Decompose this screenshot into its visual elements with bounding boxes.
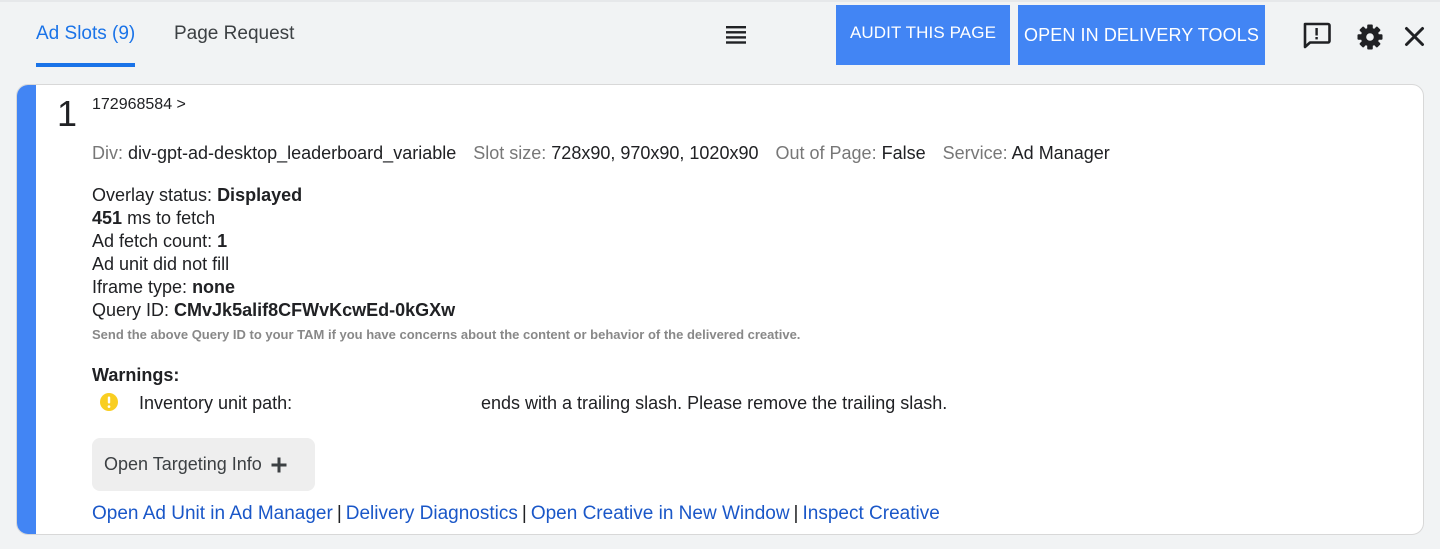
- fetch-time-value: 451: [92, 208, 123, 228]
- delivery-diagnostics-link[interactable]: Delivery Diagnostics: [346, 503, 518, 524]
- open-creative-link[interactable]: Open Creative in New Window: [531, 503, 790, 524]
- slot-details: Overlay status: Displayed 451 ms to fetc…: [92, 184, 455, 322]
- active-tab-underline: [36, 63, 136, 67]
- slot-size-label: Slot size:: [473, 143, 547, 163]
- warning-icon: [100, 393, 118, 411]
- fetch-time: 451 ms to fetch: [92, 207, 455, 230]
- query-id-label: Query ID:: [92, 300, 170, 320]
- open-targeting-info-label: Open Targeting Info: [104, 454, 262, 474]
- open-targeting-info-button[interactable]: Open Targeting Info: [92, 438, 315, 491]
- iframe-type: Iframe type: none: [92, 276, 455, 299]
- slot-action-links: Open Ad Unit in Ad Manager | Delivery Diag…: [92, 503, 940, 525]
- slot-accent-bar: [17, 85, 36, 534]
- fetch-time-label: ms to fetch: [127, 208, 216, 228]
- query-id-hint: Send the above Query ID to your TAM if y…: [92, 327, 801, 342]
- list-icon[interactable]: [726, 26, 746, 44]
- inspect-creative-link[interactable]: Inspect Creative: [802, 503, 939, 524]
- ad-unit-path[interactable]: 172968584 >: [92, 96, 186, 114]
- out-of-page-label: Out of Page:: [775, 143, 877, 163]
- open-delivery-tools-button[interactable]: OPEN IN DELIVERY TOOLS: [1018, 5, 1265, 65]
- overlay-status: Overlay status: Displayed: [92, 184, 455, 207]
- warning-text: ends with a trailing slash. Please remov…: [481, 393, 948, 413]
- close-icon[interactable]: [1404, 26, 1425, 47]
- slot-meta-row: Div: div-gpt-ad-desktop_leaderboard_vari…: [92, 143, 1122, 164]
- div-value: div-gpt-ad-desktop_leaderboard_variable: [128, 143, 457, 163]
- fetch-count-value: 1: [217, 231, 228, 251]
- overlay-status-value: Displayed: [217, 185, 303, 205]
- service-value: Ad Manager: [1011, 143, 1110, 163]
- fetch-count-label: Ad fetch count:: [92, 231, 213, 251]
- tab-page-request[interactable]: Page Request: [174, 0, 294, 68]
- out-of-page-value: False: [881, 143, 926, 163]
- fetch-count: Ad fetch count: 1: [92, 230, 455, 253]
- toolbar: Ad Slots (9) Page Request AUDIT THIS PAG…: [0, 0, 1440, 68]
- link-separator: |: [336, 503, 342, 524]
- link-separator: |: [793, 503, 799, 524]
- div-label: Div:: [92, 143, 123, 163]
- feedback-icon[interactable]: [1302, 22, 1331, 49]
- warning-label: Inventory unit path:: [139, 393, 293, 413]
- tab-page-request-label: Page Request: [174, 23, 295, 44]
- tab-ad-slots-label: Ad Slots (9): [36, 23, 136, 44]
- slot-size-value: 728x90, 970x90, 1020x90: [551, 143, 759, 163]
- overlay-status-label: Overlay status:: [92, 185, 213, 205]
- audit-page-button-label: AUDIT THIS PAGE: [849, 23, 997, 42]
- ad-slot-card: 1 172968584 > Div: div-gpt-ad-desktop_le…: [16, 84, 1424, 535]
- warnings-heading: Warnings:: [92, 365, 180, 385]
- iframe-type-label: Iframe type:: [92, 277, 188, 297]
- query-id: Query ID: CMvJk5alif8CFWvKcwEd-0kGXw: [92, 299, 455, 322]
- open-ad-unit-link[interactable]: Open Ad Unit in Ad Manager: [92, 503, 333, 524]
- fill-status: Ad unit did not fill: [92, 254, 230, 274]
- slot-number: 1: [57, 93, 78, 134]
- service-label: Service:: [942, 143, 1008, 163]
- iframe-type-value: none: [192, 277, 236, 297]
- open-delivery-tools-button-label: OPEN IN DELIVERY TOOLS: [1024, 24, 1259, 45]
- link-separator: |: [521, 503, 527, 524]
- audit-page-button[interactable]: AUDIT THIS PAGE: [836, 5, 1010, 65]
- gear-icon[interactable]: [1356, 23, 1384, 51]
- plus-icon: [271, 457, 287, 472]
- query-id-value: CMvJk5alif8CFWvKcwEd-0kGXw: [174, 300, 456, 320]
- tab-ad-slots[interactable]: Ad Slots (9): [36, 0, 136, 68]
